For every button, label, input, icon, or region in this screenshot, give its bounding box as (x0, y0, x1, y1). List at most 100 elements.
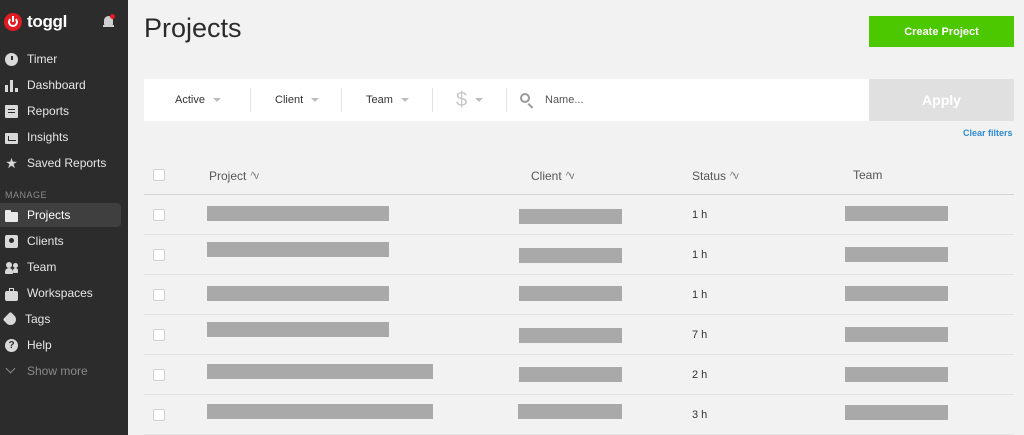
contact-icon (5, 234, 18, 248)
clock-icon (5, 52, 18, 66)
sidebar-item-label: Reports (27, 104, 70, 118)
sidebar-item-label: Workspaces (27, 286, 93, 300)
projects-table: Project ^v Client ^v Status ^v Team 1 h … (144, 155, 1014, 435)
redacted-client-name (519, 367, 622, 382)
sidebar-show-more[interactable]: Show more (0, 359, 128, 383)
brand-logo[interactable]: toggl (4, 10, 67, 34)
billable-filter-dropdown[interactable]: $ (456, 79, 484, 121)
search-input[interactable] (545, 94, 825, 106)
select-all-checkbox[interactable] (153, 169, 165, 181)
sidebar-item-label: Help (27, 338, 52, 352)
sidebar-item-clients[interactable]: Clients (0, 229, 128, 253)
table-row[interactable]: 7 h (144, 315, 1014, 355)
sidebar-item-team[interactable]: Team (0, 255, 128, 279)
redacted-project-name (207, 242, 389, 257)
sidebar-item-saved-reports[interactable]: ★ Saved Reports (0, 151, 128, 175)
row-checkbox[interactable] (153, 409, 165, 421)
sidebar-item-workspaces[interactable]: Workspaces (0, 281, 128, 305)
table-row[interactable]: 1 h (144, 195, 1014, 235)
status-filter-label: Active (175, 94, 205, 106)
redacted-client-name (518, 404, 622, 419)
redacted-client-name (519, 286, 622, 301)
caret-down-icon (212, 98, 221, 102)
caret-down-icon (400, 98, 409, 102)
folder-icon (5, 210, 18, 222)
sidebar-item-dashboard[interactable]: Dashboard (0, 73, 128, 97)
status-cell: 3 h (692, 409, 708, 421)
dollar-icon: $ (456, 88, 468, 111)
redacted-project-name (207, 404, 433, 419)
apply-button[interactable]: Apply (869, 79, 1014, 121)
divider (341, 88, 342, 112)
table-row[interactable]: 2 h (144, 355, 1014, 395)
divider (432, 88, 433, 112)
team-filter-dropdown[interactable]: Team (366, 79, 409, 121)
briefcase-icon (5, 288, 18, 301)
clear-filters-link[interactable]: Clear filters (963, 128, 1013, 138)
caret-down-icon (475, 98, 484, 102)
sidebar-item-reports[interactable]: Reports (0, 99, 128, 123)
sidebar-item-label: Timer (27, 52, 58, 66)
team-filter-label: Team (366, 94, 393, 106)
table-row[interactable]: 1 h (144, 235, 1014, 275)
search-box (520, 79, 850, 121)
page-title: Projects (144, 13, 242, 43)
sidebar-item-timer[interactable]: Timer (0, 47, 128, 71)
redacted-client-name (519, 209, 622, 224)
show-more-label: Show more (27, 364, 88, 378)
redacted-team (845, 206, 948, 221)
table-row[interactable]: 3 h (144, 395, 1014, 435)
sort-icon: ^v (250, 170, 259, 182)
row-checkbox[interactable] (153, 249, 165, 261)
brand-name: toggl (27, 12, 68, 31)
tag-icon (2, 311, 19, 327)
star-icon: ★ (5, 154, 18, 171)
column-header-client[interactable]: Client ^v (531, 169, 574, 183)
notifications-bell-icon[interactable] (103, 14, 115, 28)
filter-bar: Active Client Team $ (144, 79, 869, 121)
sidebar-item-label: Insights (27, 130, 69, 144)
row-checkbox[interactable] (153, 289, 165, 301)
status-cell: 7 h (692, 329, 708, 341)
client-filter-dropdown[interactable]: Client (275, 79, 320, 121)
redacted-project-name (207, 206, 389, 221)
status-cell: 1 h (692, 209, 708, 221)
sidebar-item-label: Team (27, 260, 57, 274)
sidebar-item-label: Clients (27, 234, 64, 248)
sidebar-item-insights[interactable]: Insights (0, 125, 128, 149)
client-filter-label: Client (275, 94, 304, 106)
sidebar-item-projects[interactable]: Projects (0, 203, 121, 227)
sidebar-item-label: Projects (27, 208, 71, 222)
table-row[interactable]: 1 h (144, 275, 1014, 315)
redacted-project-name (207, 322, 389, 337)
section-label-manage: MANAGE (5, 190, 48, 200)
sidebar-item-help[interactable]: ? Help (0, 333, 128, 357)
row-checkbox[interactable] (153, 329, 165, 341)
column-header-status[interactable]: Status ^v (692, 169, 739, 183)
create-project-button[interactable]: Create Project (869, 16, 1014, 47)
column-label: Team (853, 168, 883, 182)
status-cell: 2 h (692, 369, 708, 381)
status-filter-dropdown[interactable]: Active (175, 79, 221, 121)
redacted-team (845, 327, 948, 342)
column-header-team: Team (853, 168, 882, 182)
team-icon (5, 261, 18, 274)
notification-badge (110, 14, 115, 19)
sidebar-item-tags[interactable]: Tags (0, 307, 128, 331)
redacted-team (845, 367, 948, 382)
redacted-client-name (519, 328, 622, 343)
row-checkbox[interactable] (153, 369, 165, 381)
row-checkbox[interactable] (153, 209, 165, 221)
table-header: Project ^v Client ^v Status ^v Team (144, 155, 1014, 195)
search-icon (520, 92, 535, 108)
column-label: Status (692, 169, 727, 183)
sort-icon: ^v (730, 170, 739, 182)
sidebar-item-label: Dashboard (27, 78, 86, 92)
sidebar-item-label: Saved Reports (27, 156, 107, 170)
document-icon (5, 104, 18, 118)
column-header-project[interactable]: Project ^v (209, 169, 259, 183)
chevron-down-icon (5, 363, 16, 373)
help-icon: ? (5, 338, 18, 352)
redacted-team (845, 286, 948, 301)
status-cell: 1 h (692, 249, 708, 261)
